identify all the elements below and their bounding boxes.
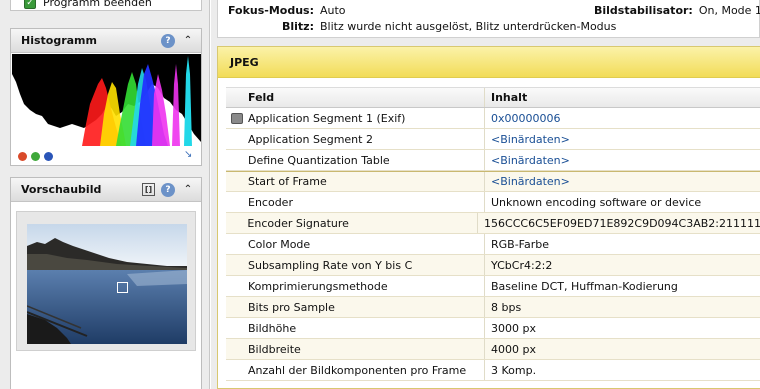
table-row[interactable]: Anzahl der Bildkomponenten pro Frame 3 K… <box>226 360 760 381</box>
help-icon[interactable]: ? <box>161 182 175 197</box>
jpeg-section: JPEG Feld Inhalt Application Segment 1 (… <box>217 46 760 389</box>
main-content: Fokus-Modus: Auto Blitz: Blitz wurde nic… <box>211 0 760 389</box>
table-row[interactable]: Color Mode RGB-Farbe <box>226 234 760 255</box>
green-channel-icon[interactable] <box>31 152 40 161</box>
focus-mode-row: Fokus-Modus: Auto <box>222 2 346 18</box>
table-row[interactable]: Application Segment 2 <Binärdaten> <box>226 129 760 150</box>
fit-frame-icon[interactable]: [] <box>142 183 155 196</box>
focus-mode-value: Auto <box>320 3 346 17</box>
channel-dots <box>18 152 53 161</box>
table-row[interactable]: Encoder Signature 156CCC6C5EF09ED71E892C… <box>226 213 760 234</box>
preview-header: Vorschaubild [] ? ⌃ <box>11 178 201 202</box>
row-content: 8 bps <box>491 300 522 314</box>
jpeg-section-title: JPEG <box>230 55 259 69</box>
stabilizer-row: Bildstabilisator: On, Mode 1 <box>594 2 760 18</box>
row-content: Unknown encoding software or device <box>491 195 702 209</box>
row-content: 3000 px <box>491 321 536 335</box>
row-field: Bits pro Sample <box>248 297 485 317</box>
table-header: Feld Inhalt <box>226 87 760 108</box>
row-content-link[interactable]: 0x00000006 <box>485 112 760 125</box>
table-row[interactable]: Encoder Unknown encoding software or dev… <box>226 192 760 213</box>
focus-marker-icon <box>117 282 128 293</box>
flash-value: Blitz wurde nicht ausgelöst, Blitz unter… <box>320 19 617 33</box>
exit-icon: ✓ <box>24 0 36 9</box>
histogram-title: Histogramm <box>21 34 97 47</box>
preview-panel: Vorschaubild [] ? ⌃ <box>10 177 202 389</box>
flash-row: Blitz: Blitz wurde nicht ausgelöst, Blit… <box>222 18 616 34</box>
table-row[interactable]: Komprimierungsmethode Baseline DCT, Huff… <box>226 276 760 297</box>
table-row[interactable]: Application Segment 1 (Exif) 0x00000006 <box>226 108 760 129</box>
focus-mode-label: Fokus-Modus: <box>227 3 314 17</box>
column-content-header[interactable]: Inhalt <box>485 91 760 104</box>
stabilizer-label: Bildstabilisator: <box>594 3 693 17</box>
table-row[interactable]: Bits pro Sample 8 bps <box>226 297 760 318</box>
preview-image[interactable] <box>27 224 187 344</box>
red-channel-icon[interactable] <box>18 152 27 161</box>
row-field: Start of Frame <box>248 172 485 191</box>
table-row[interactable]: Subsampling Rate von Y bis C YCbCr4:2:2 <box>226 255 760 276</box>
blue-channel-icon[interactable] <box>44 152 53 161</box>
row-content-link[interactable]: <Binärdaten> <box>485 154 760 167</box>
preview-title: Vorschaubild <box>21 183 102 196</box>
collapse-icon[interactable]: ⌃ <box>181 183 195 197</box>
row-field: Application Segment 2 <box>248 129 485 149</box>
row-content: 156CCC6C5EF09ED71E892C9D094C3AB2:211111 <box>484 216 760 230</box>
column-field-header[interactable]: Feld <box>248 88 485 107</box>
exit-program-label: Programm beenden <box>43 0 152 9</box>
jpeg-table: Feld Inhalt Application Segment 1 (Exif)… <box>226 87 760 381</box>
left-sidebar: ✓ Programm beenden Histogramm ? ⌃ ↘ Vors… <box>0 0 210 389</box>
row-field: Subsampling Rate von Y bis C <box>248 255 485 275</box>
row-content: Baseline DCT, Huffman-Kodierung <box>491 279 678 293</box>
row-field: Anzahl der Bildkomponenten pro Frame <box>248 360 485 380</box>
help-icon[interactable]: ? <box>161 33 175 48</box>
row-content-link[interactable]: <Binärdaten> <box>485 133 760 146</box>
preview-frame <box>16 211 196 351</box>
disk-icon[interactable] <box>231 112 243 124</box>
expand-arrow-icon[interactable]: ↘ <box>184 150 194 160</box>
row-field: Define Quantization Table <box>248 150 485 170</box>
row-field: Bildbreite <box>248 339 485 359</box>
histogram-panel: Histogramm ? ⌃ ↘ <box>10 28 202 166</box>
row-content-link[interactable]: <Binärdaten> <box>485 175 760 188</box>
row-field: Komprimierungsmethode <box>248 276 485 296</box>
table-row[interactable]: Start of Frame <Binärdaten> <box>226 171 760 192</box>
histogram-header: Histogramm ? ⌃ <box>11 29 201 53</box>
row-content: 4000 px <box>491 342 536 356</box>
row-field: Bildhöhe <box>248 318 485 338</box>
row-field: Application Segment 1 (Exif) <box>248 108 485 128</box>
row-field: Encoder Signature <box>247 213 479 233</box>
stabilizer-value: On, Mode 1 <box>698 3 760 17</box>
histogram-graph <box>12 54 201 146</box>
jpeg-section-header[interactable]: JPEG <box>218 47 760 78</box>
row-field: Encoder <box>248 192 485 212</box>
row-content: RGB-Farbe <box>491 237 550 251</box>
flash-label: Blitz: <box>282 19 314 33</box>
table-row[interactable]: Bildbreite 4000 px <box>226 339 760 360</box>
row-content: YCbCr4:2:2 <box>491 258 553 272</box>
table-row[interactable]: Define Quantization Table <Binärdaten> <box>226 150 760 171</box>
camera-info-panel: Fokus-Modus: Auto Blitz: Blitz wurde nic… <box>217 0 760 38</box>
exit-program-item[interactable]: ✓ Programm beenden <box>10 0 202 11</box>
table-row[interactable]: Bildhöhe 3000 px <box>226 318 760 339</box>
row-content: 3 Komp. <box>491 363 537 377</box>
row-field: Color Mode <box>248 234 485 254</box>
collapse-icon[interactable]: ⌃ <box>181 34 195 48</box>
